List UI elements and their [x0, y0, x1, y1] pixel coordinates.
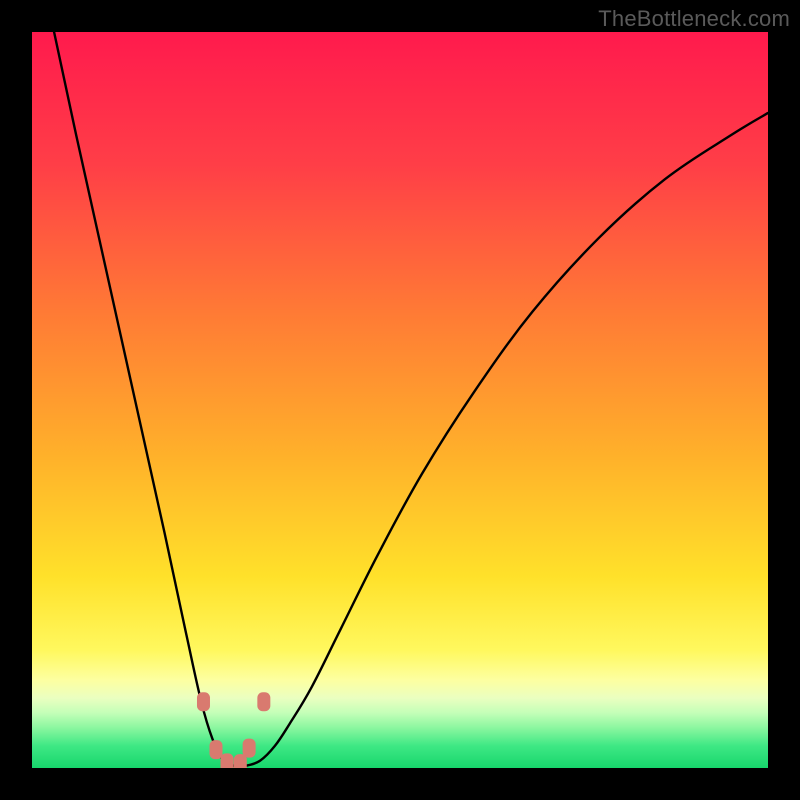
- watermark-text: TheBottleneck.com: [598, 6, 790, 32]
- curve-marker: [221, 753, 234, 768]
- plot-area: [32, 32, 768, 768]
- curve-marker: [234, 754, 247, 768]
- chart-frame: TheBottleneck.com: [0, 0, 800, 800]
- curve-marker: [243, 739, 256, 758]
- curve-marker: [210, 740, 223, 759]
- bottleneck-curve: [32, 32, 768, 768]
- curve-marker: [197, 692, 210, 711]
- curve-marker: [257, 692, 270, 711]
